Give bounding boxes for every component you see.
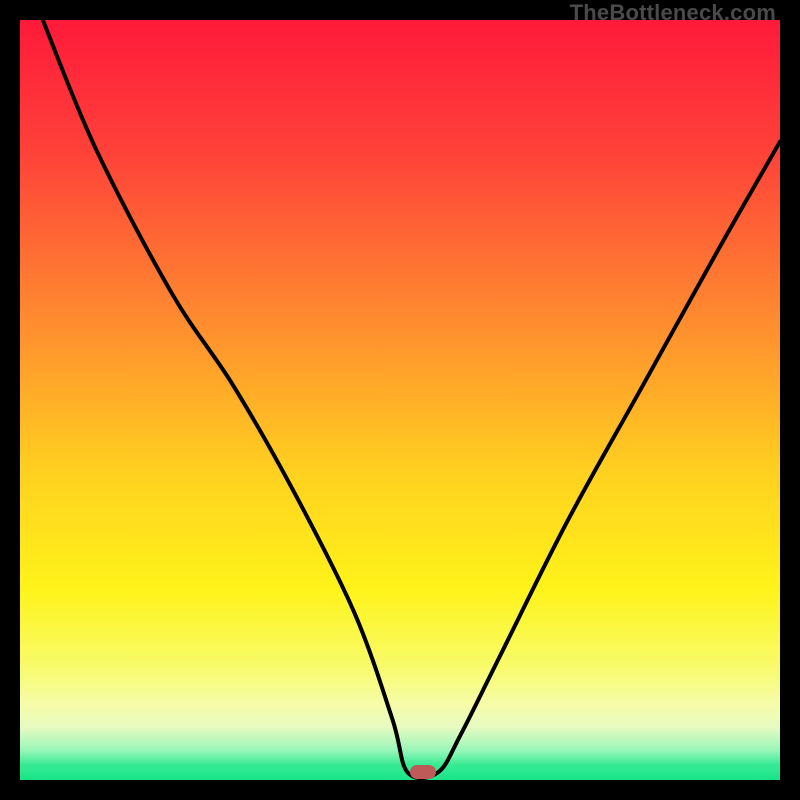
chart-frame: TheBottleneck.com	[0, 0, 800, 800]
optimal-point-marker	[410, 765, 436, 779]
bottleneck-curve	[20, 20, 780, 780]
plot-area	[20, 20, 780, 780]
